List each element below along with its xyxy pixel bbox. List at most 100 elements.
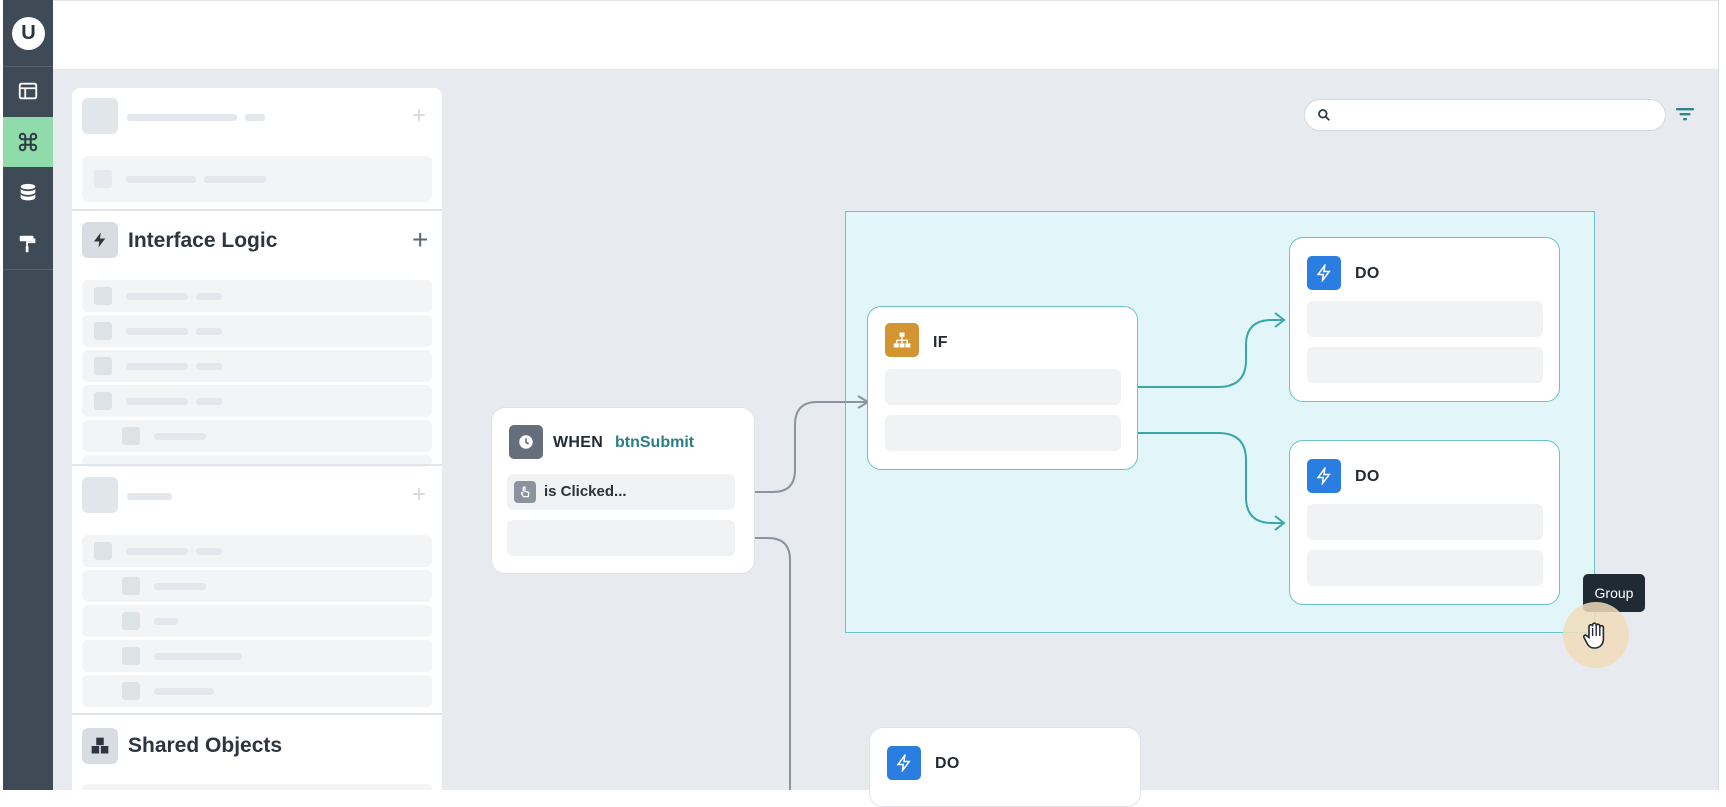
when-node[interactable]: WHEN btnSubmit is Clicked...	[491, 407, 755, 574]
list-item	[82, 350, 432, 382]
do-keyword: DO	[1355, 265, 1380, 282]
search-input[interactable]	[1339, 104, 1649, 126]
placeholder-bar	[126, 398, 188, 405]
objects-panel: + Interface Logic + + Shared Objects	[72, 88, 442, 790]
rail-item-data[interactable]	[3, 168, 53, 218]
when-keyword: WHEN	[553, 434, 604, 451]
placeholder-bar	[196, 363, 222, 370]
placeholder-bar	[126, 328, 188, 335]
pointer-click-icon	[514, 481, 536, 503]
if-node[interactable]: IF	[867, 306, 1138, 470]
layout-icon	[18, 82, 38, 100]
placeholder-bar	[127, 493, 172, 500]
placeholder-icon	[122, 577, 140, 595]
placeholder-row	[82, 156, 432, 202]
do-node[interactable]: DO	[1289, 440, 1560, 605]
placeholder-icon	[94, 542, 112, 560]
layout-icon	[94, 170, 112, 188]
list-item	[82, 280, 432, 312]
left-rail: U	[3, 0, 53, 790]
placeholder-bar	[196, 328, 222, 335]
hierarchy-icon	[885, 323, 919, 357]
lightning-icon	[887, 746, 921, 780]
section-title-shared-objects: Shared Objects	[128, 734, 283, 757]
rail-item-logic[interactable]	[3, 117, 53, 167]
do-node[interactable]: DO	[869, 727, 1141, 807]
list-item	[82, 675, 432, 707]
placeholder-icon	[122, 612, 140, 630]
search-icon	[1318, 109, 1330, 121]
search-field[interactable]	[1304, 99, 1666, 131]
placeholder-icon	[82, 98, 118, 134]
placeholder-icon	[94, 392, 112, 410]
condition-slot[interactable]	[885, 415, 1121, 451]
placeholder-icon	[94, 287, 112, 305]
list-item	[82, 640, 432, 672]
list-item	[82, 535, 432, 567]
when-target[interactable]: btnSubmit	[615, 434, 694, 452]
event-slot[interactable]: is Clicked...	[507, 474, 735, 510]
placeholder-icon	[122, 427, 140, 445]
placeholder-bar	[154, 688, 214, 695]
grab-hand-icon	[1583, 622, 1605, 649]
add-interface-logic-button[interactable]: +	[412, 226, 428, 254]
placeholder-icon	[94, 357, 112, 375]
do-keyword: DO	[1355, 468, 1380, 485]
placeholder-bar	[154, 618, 178, 625]
section-divider	[72, 464, 442, 466]
lightning-icon	[1307, 256, 1341, 290]
list-item	[82, 315, 432, 347]
placeholder-bar	[126, 293, 188, 300]
placeholder-icon	[122, 682, 140, 700]
command-icon	[18, 132, 38, 152]
rail-item-interfaces[interactable]	[3, 66, 53, 116]
list-item	[82, 605, 432, 637]
top-bar	[53, 0, 1719, 70]
plus-icon: +	[412, 481, 427, 508]
app-window: U + Interface Logic + + Shared Objects W…	[0, 0, 1726, 807]
clock-icon	[509, 425, 543, 459]
section-divider	[72, 209, 442, 211]
placeholder-bar	[196, 398, 222, 405]
action-slot[interactable]	[1307, 504, 1543, 540]
filter-icon[interactable]	[1676, 106, 1694, 122]
list-item	[82, 385, 432, 417]
plus-icon: +	[412, 102, 427, 129]
placeholder-bar	[196, 548, 222, 555]
database-icon	[20, 183, 36, 201]
condition-slot[interactable]	[885, 369, 1121, 405]
placeholder-icon	[94, 322, 112, 340]
section-divider	[72, 713, 442, 715]
placeholder-bar	[245, 114, 265, 121]
placeholder-bar	[196, 293, 222, 300]
list-item	[82, 784, 432, 790]
list-item	[82, 570, 432, 602]
action-slot[interactable]	[1307, 301, 1543, 337]
empty-slot[interactable]	[507, 520, 735, 556]
lightning-icon	[1307, 459, 1341, 493]
section-title-interface-logic: Interface Logic	[128, 229, 278, 252]
rail-item-styles[interactable]	[3, 219, 53, 269]
placeholder-bar	[126, 548, 188, 555]
do-node[interactable]: DO	[1289, 237, 1560, 402]
lightning-icon	[82, 222, 118, 258]
placeholder-bar	[204, 176, 266, 183]
placeholder-bar	[126, 176, 196, 183]
do-keyword: DO	[935, 755, 960, 772]
app-logo[interactable]: U	[12, 17, 45, 50]
action-slot[interactable]	[1307, 347, 1543, 383]
event-label: is Clicked...	[544, 483, 627, 500]
list-item	[82, 420, 432, 452]
placeholder-icon	[122, 647, 140, 665]
window-edge	[1718, 0, 1726, 790]
action-slot[interactable]	[1307, 550, 1543, 586]
rail-divider	[3, 269, 53, 270]
placeholder-bar	[154, 583, 206, 590]
placeholder-bar	[154, 433, 206, 440]
placeholder-bar	[127, 114, 237, 121]
placeholder-bar	[126, 363, 188, 370]
boxes-icon	[82, 728, 118, 764]
paint-roller-icon	[19, 235, 36, 253]
if-keyword: IF	[933, 334, 948, 351]
placeholder-icon	[82, 477, 118, 513]
